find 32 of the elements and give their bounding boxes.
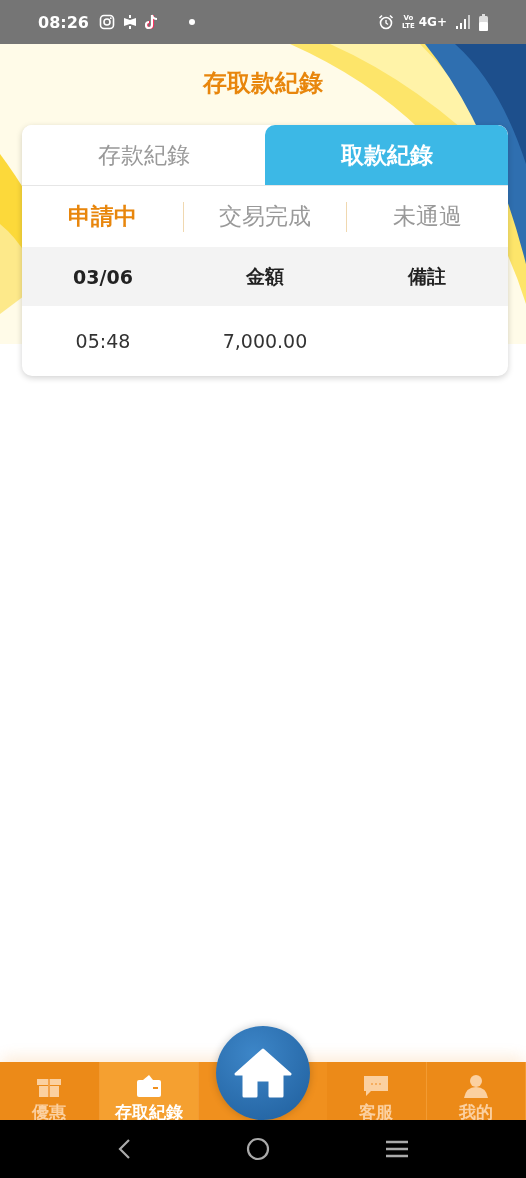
recent-apps-icon[interactable]: [384, 1139, 409, 1159]
table-cell: 7,000.00: [222, 330, 308, 352]
filter-tab[interactable]: 交易完成: [184, 201, 346, 232]
status-time: 08:26: [38, 12, 89, 32]
page-title: 存取款紀錄: [201, 68, 324, 99]
home-icon: [234, 1048, 292, 1098]
nav-item[interactable]: 客服: [327, 1062, 427, 1120]
nav-item[interactable]: 存取紀錄: [99, 1062, 199, 1120]
notification-icon: [122, 14, 137, 30]
filter-tab[interactable]: 申請中: [22, 201, 184, 232]
home-circle-icon[interactable]: [246, 1137, 270, 1161]
nav-item[interactable]: 優惠: [0, 1062, 100, 1120]
column-header: 備註: [408, 263, 446, 289]
column-header: 03/06: [73, 265, 133, 288]
dot-icon: [188, 19, 195, 25]
tab[interactable]: 存款紀錄: [22, 125, 265, 185]
column-header: 金額: [246, 263, 284, 289]
signal-icon: [455, 15, 471, 29]
network-label: 4G+: [418, 15, 447, 29]
nav-item[interactable]: 我的: [426, 1062, 526, 1120]
wallet-icon: [134, 1074, 163, 1098]
battery-icon: [479, 13, 488, 31]
chat-icon: [362, 1074, 391, 1098]
person-icon: [461, 1074, 490, 1098]
home-button[interactable]: [216, 1026, 310, 1120]
back-icon[interactable]: [117, 1138, 132, 1160]
music-note-icon: [144, 14, 159, 30]
camera-icon: [98, 14, 115, 30]
table-cell: 05:48: [75, 330, 131, 352]
tab[interactable]: 取款紀錄: [265, 125, 508, 185]
alarm-icon: [377, 14, 394, 30]
filter-tab[interactable]: 未通過: [346, 201, 508, 232]
